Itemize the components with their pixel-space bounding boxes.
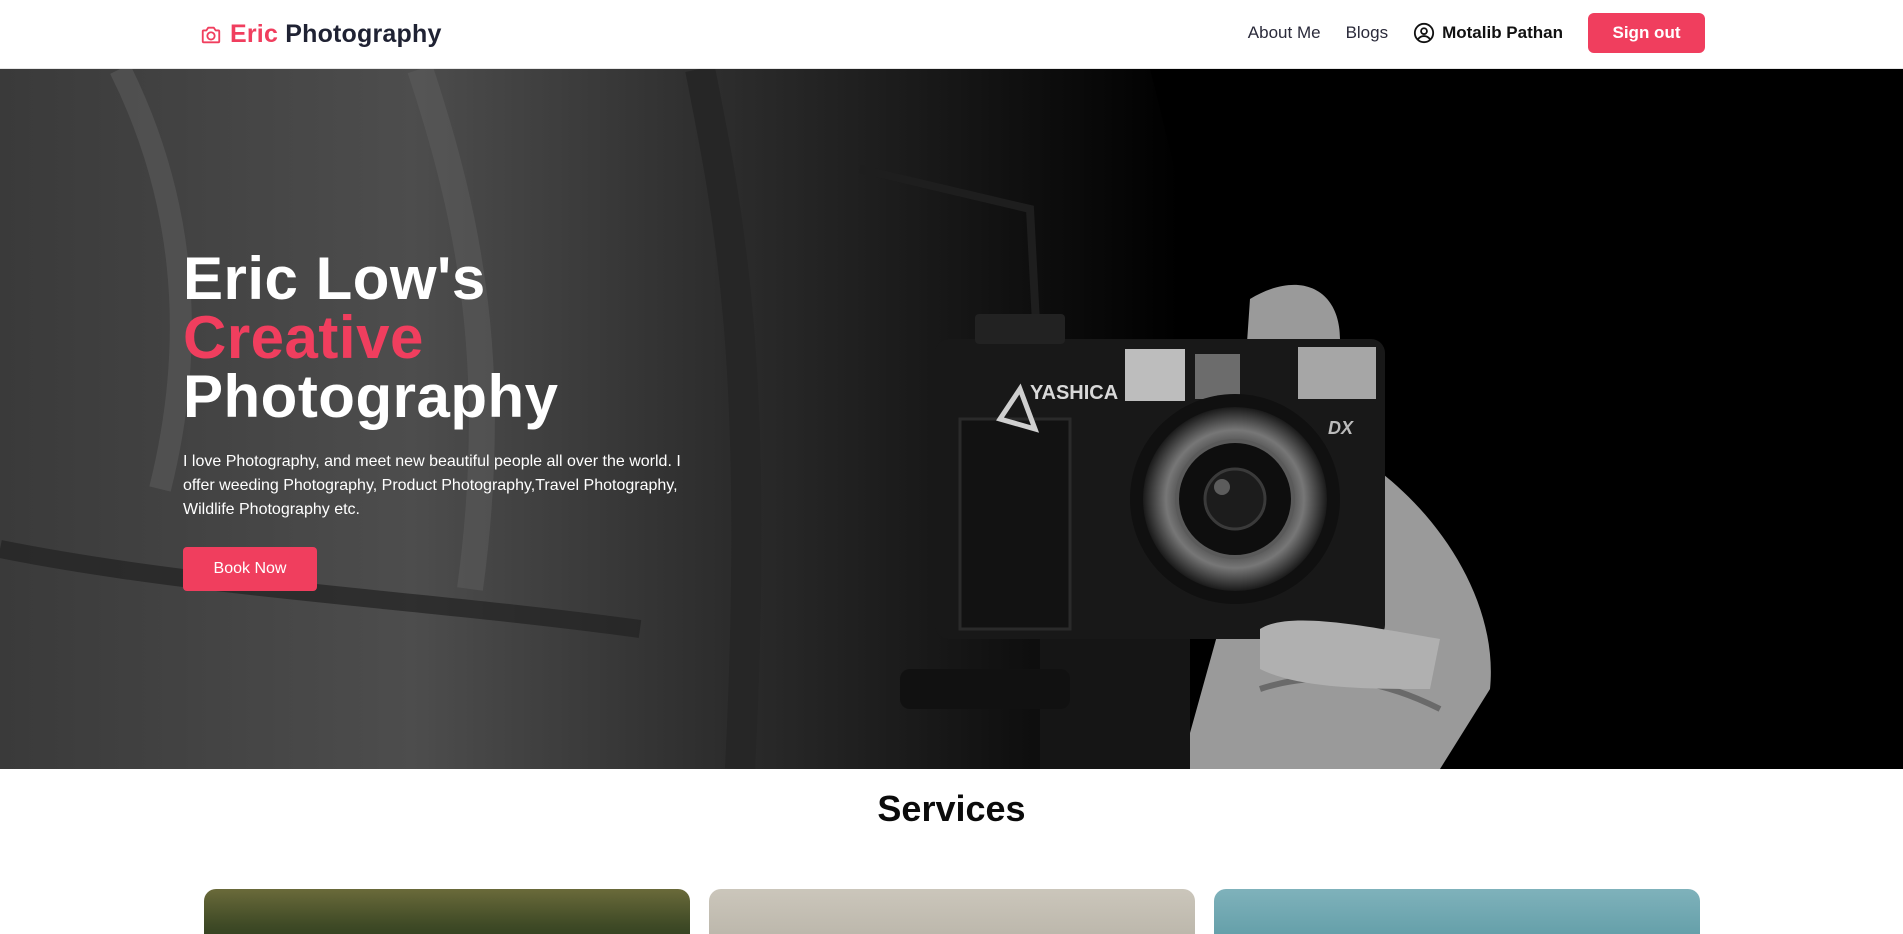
camera-model-label: DX (1328, 418, 1354, 438)
brand-accent-text: Eric (230, 20, 279, 48)
sign-out-button[interactable]: Sign out (1588, 13, 1705, 53)
user-profile[interactable]: Motalib Pathan (1413, 22, 1563, 44)
hero-title-line-1: Eric Low's (183, 245, 486, 312)
hero-title-accent: Creative (183, 304, 424, 371)
brand-name: Eric Photography (230, 20, 442, 49)
camera-icon (201, 26, 221, 43)
nav-menu: About Me Blogs Motalib Pathan Sign out (1248, 13, 1705, 53)
book-now-button[interactable]: Book Now (183, 547, 317, 591)
service-card-1[interactable] (204, 889, 690, 934)
nav-link-blogs[interactable]: Blogs (1346, 23, 1389, 43)
hero-section: YASHICA DX Eric Low's Creative Photograp… (0, 69, 1903, 769)
navbar: Eric Photography About Me Blogs Motalib … (0, 0, 1903, 69)
brand-logo[interactable]: Eric Photography (200, 20, 442, 49)
hero-title: Eric Low's Creative Photography (183, 245, 703, 430)
nav-link-about-me[interactable]: About Me (1248, 23, 1321, 43)
brand-main-text: Photography (285, 20, 442, 48)
hero-content: Eric Low's Creative Photography I love P… (183, 249, 703, 591)
hero-title-line-3: Photography (183, 363, 559, 430)
user-circle-icon (1414, 22, 1435, 44)
service-card-2[interactable] (709, 889, 1195, 934)
hero-description: I love Photography, and meet new beautif… (183, 453, 681, 518)
services-heading: Services (877, 788, 1026, 829)
camera-brand-label: YASHICA (1030, 382, 1118, 404)
service-card-3[interactable] (1214, 889, 1700, 934)
user-name: Motalib Pathan (1442, 23, 1563, 42)
